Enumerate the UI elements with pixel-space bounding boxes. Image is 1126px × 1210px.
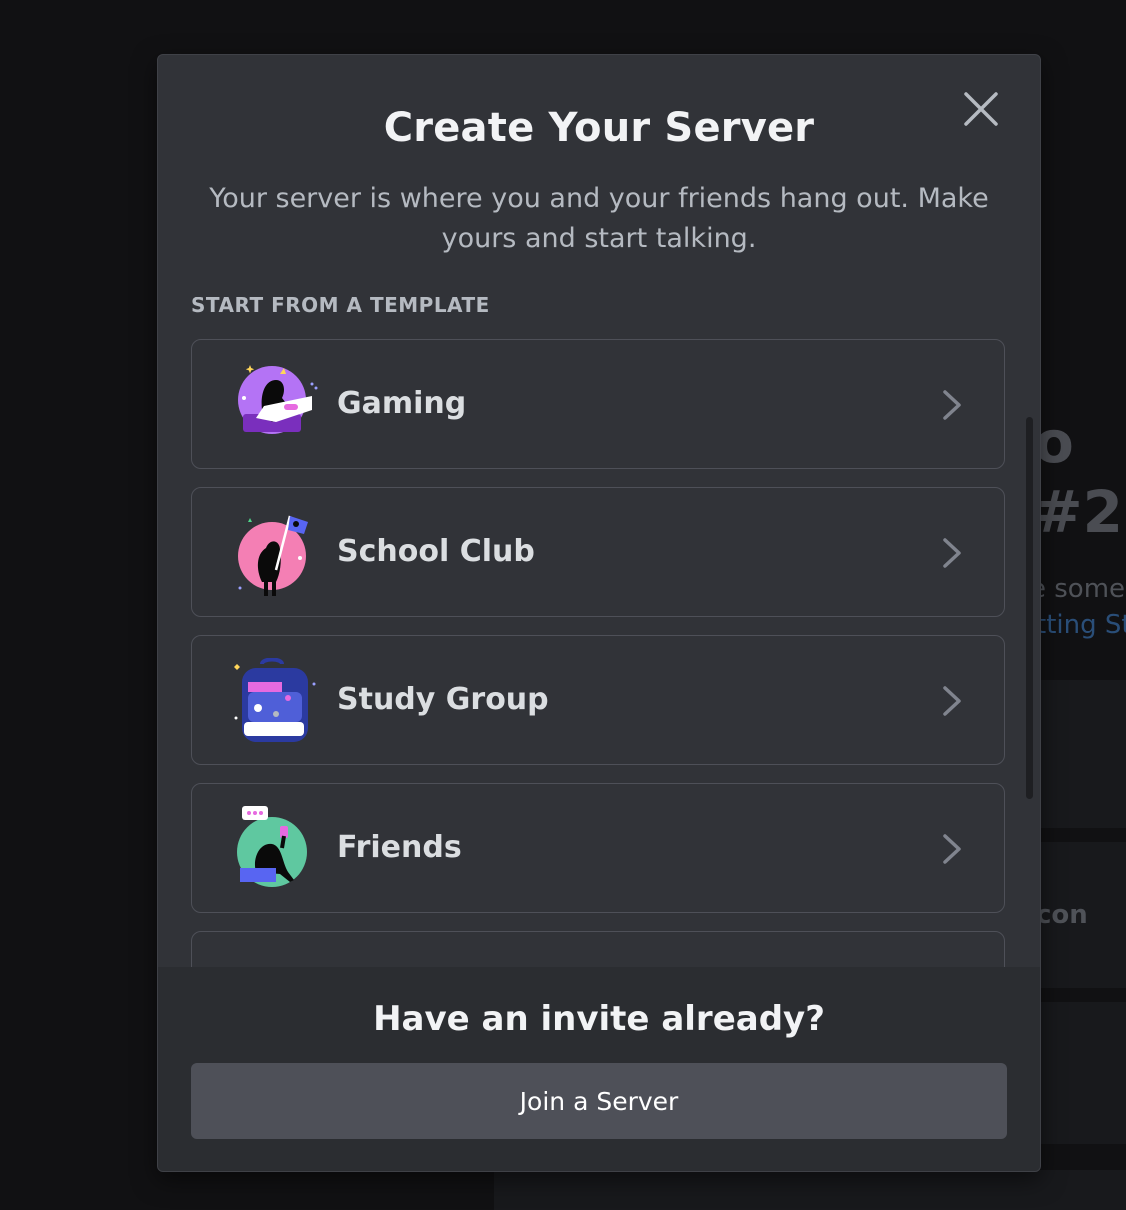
background-panel [1040, 680, 1126, 828]
template-study-group[interactable]: Study Group [191, 635, 1005, 765]
join-server-button[interactable]: Join a Server [191, 1063, 1007, 1139]
invite-heading: Have an invite already? [373, 999, 825, 1039]
template-friends[interactable]: Friends [191, 783, 1005, 913]
modal-title: Create Your Server [383, 105, 815, 151]
scrollbar-thumb[interactable] [1026, 417, 1033, 799]
gaming-icon [238, 365, 318, 434]
template-label: School Club [337, 534, 535, 569]
create-server-modal: Create Your Server Your server is where … [157, 54, 1041, 1172]
background-text-fragment: e some s [1030, 574, 1126, 604]
school-club-icon [238, 515, 308, 596]
template-label: Study Group [337, 682, 549, 717]
study-group-icon [234, 658, 316, 742]
background-link-fragment: tting St [1036, 610, 1126, 640]
chevron-right-icon [943, 834, 961, 864]
background-text-fragment: con [1036, 900, 1088, 930]
chevron-right-icon [943, 538, 961, 568]
background-panel [1040, 1002, 1126, 1144]
template-gaming[interactable]: Gaming [191, 339, 1005, 469]
friends-icon [237, 806, 307, 887]
template-scroll-area[interactable]: START FROM A TEMPLATE Gaming School Club… [158, 297, 1040, 967]
section-label: START FROM A TEMPLATE [191, 297, 490, 317]
chevron-right-icon [943, 686, 961, 716]
background-panel [494, 1170, 1126, 1210]
template-partial-icon [232, 954, 318, 967]
template-list: Gaming School Club Study Group Friends [191, 339, 1007, 967]
modal-subtitle: Your server is where you and your friend… [209, 183, 989, 254]
chevron-right-icon [943, 390, 961, 420]
template-school-club[interactable]: School Club [191, 487, 1005, 617]
modal-footer: Have an invite already? Join a Server [158, 967, 1040, 1171]
template-label: Friends [337, 830, 462, 865]
template-next-partial[interactable] [191, 931, 1005, 967]
background-heading-fragment: #2 [1034, 478, 1123, 546]
template-label: Gaming [337, 386, 467, 421]
